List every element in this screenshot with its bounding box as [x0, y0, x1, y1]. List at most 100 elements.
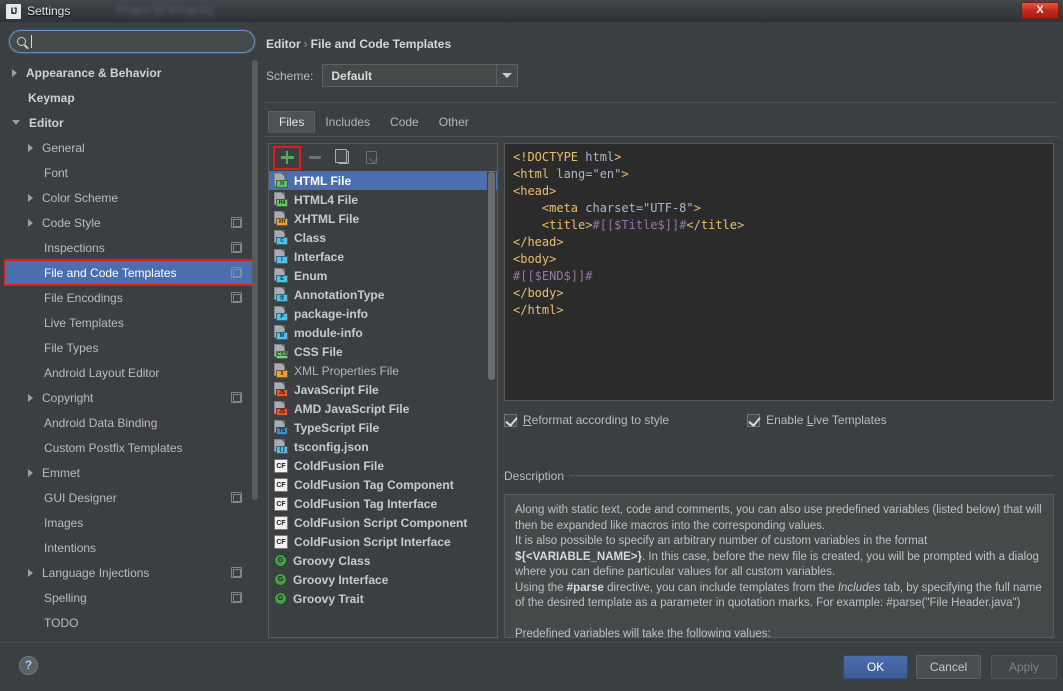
sidebar-item-android-layout-editor[interactable]: Android Layout Editor [4, 360, 256, 385]
list-item[interactable]: G Groovy Trait [269, 589, 497, 608]
list-item[interactable]: { } tsconfig.json [269, 437, 497, 456]
tab-other[interactable]: Other [429, 111, 479, 133]
sidebar-item-copyright[interactable]: Copyright [4, 385, 256, 410]
live-templates-checkbox-row[interactable]: Enable Live Templates [747, 413, 887, 427]
list-item[interactable]: E Enum [269, 266, 497, 285]
sidebar-item-appearance-behavior[interactable]: Appearance & Behavior [4, 60, 256, 85]
list-item[interactable]: Mmodule-info [269, 323, 497, 342]
list-item[interactable]: I Interface [269, 247, 497, 266]
list-item-label: Groovy Interface [293, 572, 389, 587]
list-item[interactable]: CSS CSS File [269, 342, 497, 361]
scheme-selected-value: Default [331, 68, 373, 83]
sidebar-item-gui-designer[interactable]: GUI Designer [4, 485, 256, 510]
coldfusion-icon: CF [274, 534, 288, 549]
templates-list[interactable]: H HTML File H4 HTML4 File XH XHTML File C Class… [269, 171, 497, 637]
chevron-right-icon[interactable] [12, 68, 17, 77]
tab-includes[interactable]: Includes [315, 111, 380, 133]
copy-settings-icon[interactable] [231, 392, 242, 403]
sidebar-item-general[interactable]: General [4, 135, 256, 160]
sidebar-item-live-templates[interactable]: Live Templates [4, 310, 256, 335]
copy-template-button[interactable] [330, 147, 356, 169]
list-item[interactable]: H HTML File [269, 171, 497, 190]
chevron-down-icon[interactable] [12, 120, 20, 125]
sidebar-scrollbar[interactable] [252, 60, 258, 638]
copy-settings-icon[interactable] [231, 217, 242, 228]
list-item-label: Class [294, 230, 327, 245]
list-item[interactable]: G Groovy Interface [269, 570, 497, 589]
chevron-right-icon[interactable] [28, 193, 33, 202]
sidebar-item-file-and-code-templates[interactable]: File and Code Templates [4, 259, 256, 286]
list-item-label: ColdFusion Script Interface [294, 534, 451, 549]
chevron-right-icon[interactable] [28, 143, 33, 152]
copy-settings-icon[interactable] [231, 567, 242, 578]
chevron-right-icon[interactable] [28, 393, 33, 402]
sidebar-item-color-scheme[interactable]: Color Scheme [4, 185, 256, 210]
title-bar-background-text: Project [D:\Projects] [116, 5, 214, 17]
list-item[interactable]: X XML Properties File [269, 361, 497, 380]
sidebar-item-file-types[interactable]: File Types [4, 335, 256, 360]
copy-settings-icon[interactable] [231, 267, 242, 278]
reformat-checkbox-row[interactable]: Reformat according to style [504, 413, 669, 427]
chevron-right-icon[interactable] [28, 468, 33, 477]
sidebar-item-file-encodings[interactable]: File Encodings [4, 285, 256, 310]
list-item[interactable]: G Groovy Class [269, 551, 497, 570]
list-item[interactable]: Ppackage-info [269, 304, 497, 323]
sidebar-item-todo[interactable]: TODO [4, 610, 256, 635]
list-item[interactable]: XH XHTML File [269, 209, 497, 228]
sidebar-item-spelling[interactable]: Spelling [4, 585, 256, 610]
reset-template-button [358, 147, 384, 169]
sidebar-item-editor[interactable]: Editor [4, 110, 256, 135]
list-item[interactable]: CF ColdFusion Script Component [269, 513, 497, 532]
copy-settings-icon[interactable] [231, 242, 242, 253]
templates-list-scrollbar[interactable] [487, 172, 496, 636]
templates-list-scrollbar-thumb[interactable] [488, 172, 495, 380]
live-templates-label-rest: ive Templates [813, 413, 887, 427]
tab-code[interactable]: Code [380, 111, 429, 133]
reformat-checkbox[interactable] [504, 413, 517, 427]
sidebar-scrollbar-thumb[interactable] [252, 60, 258, 500]
close-window-button[interactable]: X [1021, 2, 1059, 19]
sidebar-item-language-injections[interactable]: Language Injections [4, 560, 256, 585]
sidebar-item-intentions[interactable]: Intentions [4, 535, 256, 560]
copy-settings-icon[interactable] [231, 492, 242, 503]
list-item[interactable]: CF ColdFusion File [269, 456, 497, 475]
template-code-editor[interactable]: <!DOCTYPE html> <html lang="en"> <head> … [504, 143, 1054, 401]
sidebar-item-keymap[interactable]: Keymap [4, 85, 256, 110]
sidebar-item-inspections[interactable]: Inspections [4, 235, 256, 260]
template-tabs[interactable]: Files Includes Code Other [268, 111, 479, 133]
sidebar-item-emmet[interactable]: Emmet [4, 460, 256, 485]
live-templates-checkbox[interactable] [747, 413, 761, 427]
chevron-right-icon[interactable] [28, 218, 33, 227]
copy-settings-icon[interactable] [231, 592, 242, 603]
scheme-dropdown-arrow[interactable] [496, 65, 517, 86]
sidebar-item-custom-postfix-templates[interactable]: Custom Postfix Templates [4, 435, 256, 460]
list-item[interactable]: CF ColdFusion Tag Interface [269, 494, 497, 513]
add-template-button[interactable] [273, 145, 301, 170]
search-input[interactable] [9, 30, 255, 53]
list-item[interactable]: JS JavaScript File [269, 380, 497, 399]
copy-settings-icon[interactable] [231, 292, 242, 303]
list-item[interactable]: H4 HTML4 File [269, 190, 497, 209]
list-item[interactable]: C Class [269, 228, 497, 247]
chevron-right-icon[interactable] [28, 568, 33, 577]
list-item[interactable]: TS TypeScript File [269, 418, 497, 437]
ok-button[interactable]: OK [843, 655, 908, 679]
cancel-button[interactable]: Cancel [916, 655, 981, 679]
breadcrumb-leaf: File and Code Templates [310, 37, 452, 51]
list-item[interactable]: CF ColdFusion Script Interface [269, 532, 497, 551]
sidebar-item-label: Inspections [44, 240, 105, 255]
settings-tree[interactable]: Appearance & Behavior Keymap Editor General… [4, 60, 256, 638]
sidebar-item-images[interactable]: Images [4, 510, 256, 535]
list-item[interactable]: JS AMD JavaScript File [269, 399, 497, 418]
sidebar-item-android-data-binding[interactable]: Android Data Binding [4, 410, 256, 435]
breadcrumb-root[interactable]: Editor [266, 37, 301, 51]
tab-files[interactable]: Files [268, 111, 316, 133]
sidebar-item-code-style[interactable]: Code Style [4, 210, 256, 235]
apply-button[interactable]: Apply [991, 655, 1057, 679]
list-item[interactable]: @ AnnotationType [269, 285, 497, 304]
sidebar-item-label: File Types [44, 340, 99, 355]
sidebar-item-font[interactable]: Font [4, 160, 256, 185]
list-item[interactable]: CF ColdFusion Tag Component [269, 475, 497, 494]
scheme-dropdown[interactable]: Default [322, 64, 519, 87]
help-icon[interactable]: ? [19, 656, 38, 675]
